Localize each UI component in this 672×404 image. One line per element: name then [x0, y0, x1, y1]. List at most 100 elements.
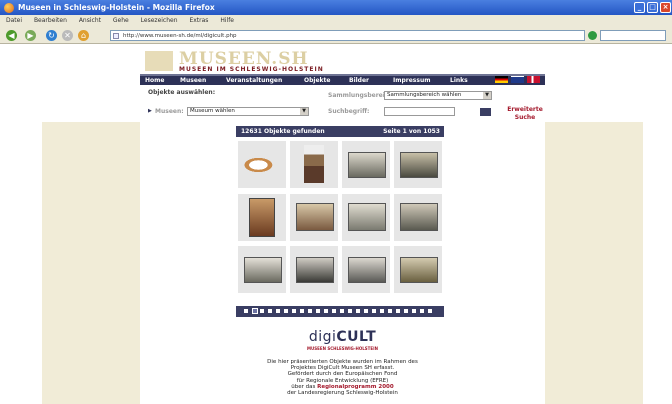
nav-veranstaltungen[interactable]: Veranstaltungen	[226, 76, 282, 85]
page-dot[interactable]	[260, 309, 264, 313]
window-titlebar: Museen in Schleswig-Holstein - Mozilla F…	[0, 0, 672, 15]
results-count: 12631 Objekte gefunden	[241, 128, 325, 135]
forward-icon[interactable]: ▶	[25, 30, 36, 41]
extended-search-line2: Suche	[514, 114, 536, 121]
address-bar[interactable]: http://www.museen-sh.de/ml/digicult.php	[110, 30, 585, 41]
regionalprogramm-link[interactable]: Regionalprogramm 2000	[317, 384, 394, 390]
page-dot[interactable]	[372, 309, 376, 313]
object-thumbnail[interactable]	[342, 246, 390, 293]
street-photo-image	[348, 257, 386, 283]
web-content: MUSEEN.SH MUSEEN IM SCHLESWIG-HOLSTEIN H…	[0, 44, 672, 404]
page-dot[interactable]	[380, 309, 384, 313]
page-dot[interactable]	[308, 309, 312, 313]
page-dot[interactable]	[292, 309, 296, 313]
menu-bar: Datei Bearbeiten Ansicht Gehe Lesezeiche…	[0, 15, 672, 27]
object-thumbnail[interactable]	[342, 141, 390, 188]
menu-datei[interactable]: Datei	[6, 17, 22, 24]
object-thumbnail[interactable]	[290, 194, 338, 241]
objects-heading: Objekte auswählen:	[148, 89, 216, 96]
chevron-down-icon: ▼	[300, 108, 308, 115]
page-dot[interactable]	[396, 309, 400, 313]
page-dot[interactable]	[404, 309, 408, 313]
minimize-button[interactable]: _	[634, 2, 645, 13]
go-icon[interactable]	[588, 31, 597, 40]
bird-figurine-image	[304, 145, 324, 183]
left-side-panel	[42, 122, 140, 404]
search-go-button[interactable]	[480, 108, 491, 116]
navigation-toolbar: ◀ ▶ ↻ ✕ ⌂ http://www.museen-sh.de/ml/dig…	[0, 27, 672, 44]
page-dot[interactable]	[356, 309, 360, 313]
page-dot[interactable]	[348, 309, 352, 313]
search-box[interactable]	[600, 30, 666, 41]
nav-links[interactable]: Links	[450, 76, 468, 85]
object-thumbnail[interactable]	[394, 141, 442, 188]
page-dot[interactable]	[252, 308, 258, 314]
object-thumbnail[interactable]	[394, 194, 442, 241]
object-thumbnail[interactable]	[342, 194, 390, 241]
page-dot[interactable]	[276, 309, 280, 313]
menu-bearbeiten[interactable]: Bearbeiten	[34, 17, 67, 24]
page-dot[interactable]	[284, 309, 288, 313]
object-thumbnail[interactable]	[238, 194, 286, 241]
back-icon[interactable]: ◀	[6, 30, 17, 41]
page-dot[interactable]	[428, 309, 432, 313]
page-dot[interactable]	[244, 309, 248, 313]
logo-subtitle: MUSEEN IM SCHLESWIG-HOLSTEIN	[179, 66, 324, 73]
page-dot[interactable]	[316, 309, 320, 313]
extended-search-line1: Erweiterte	[507, 106, 543, 113]
menu-extras[interactable]: Extras	[189, 17, 208, 24]
digicult-section: digiCULT MUSEEN SCHLESWIG-HOLSTEIN Die h…	[140, 329, 545, 396]
maximize-button[interactable]: □	[647, 2, 658, 13]
stop-icon[interactable]: ✕	[62, 30, 73, 41]
page-dot[interactable]	[364, 309, 368, 313]
digicult-logo: digiCULT	[140, 329, 545, 345]
extended-search-link[interactable]: Erweiterte Suche	[505, 106, 545, 122]
nav-home[interactable]: Home	[145, 76, 164, 85]
results-header: 12631 Objekte gefunden Seite 1 von 1053	[236, 126, 444, 137]
flag-dk-icon[interactable]	[527, 76, 540, 83]
menu-lesezeichen[interactable]: Lesezeichen	[141, 17, 178, 24]
menu-ansicht[interactable]: Ansicht	[79, 17, 101, 24]
page-dot[interactable]	[412, 309, 416, 313]
page-dot[interactable]	[388, 309, 392, 313]
results-grid: 12631 Objekte gefunden Seite 1 von 1053	[236, 126, 444, 310]
museum-select-value: Museum wählen	[190, 108, 235, 114]
nav-museen[interactable]: Museen	[180, 76, 206, 85]
page-dot[interactable]	[268, 309, 272, 313]
nav-objekte[interactable]: Objekte	[304, 76, 330, 85]
page-icon	[113, 33, 119, 39]
digicult-line-pre: über das	[291, 383, 316, 390]
page-dot[interactable]	[332, 309, 336, 313]
page-dot[interactable]	[300, 309, 304, 313]
flag-uk-icon[interactable]	[511, 76, 524, 83]
close-button[interactable]: ×	[660, 2, 671, 13]
museum-select[interactable]: Museum wählen ▼	[187, 107, 309, 116]
search-term-input[interactable]	[384, 107, 455, 116]
object-thumbnail[interactable]	[238, 246, 286, 293]
nav-impressum[interactable]: Impressum	[393, 76, 430, 85]
photo-image	[348, 152, 386, 178]
sammlung-select[interactable]: Sammlungsbereich wählen ▼	[384, 91, 492, 100]
reload-icon[interactable]: ↻	[46, 30, 57, 41]
page-dot[interactable]	[420, 309, 424, 313]
right-side-panel	[545, 122, 643, 404]
object-thumbnail[interactable]	[394, 246, 442, 293]
menu-hilfe[interactable]: Hilfe	[220, 17, 234, 24]
address-url: http://www.museen-sh.de/ml/digicult.php	[123, 33, 237, 39]
firefox-icon	[4, 3, 14, 13]
menu-gehe[interactable]: Gehe	[113, 17, 129, 24]
results-page: Seite 1 von 1053	[383, 128, 440, 135]
site-logo[interactable]: MUSEEN.SH MUSEEN IM SCHLESWIG-HOLSTEIN	[145, 49, 345, 73]
pagination-bar	[236, 306, 444, 317]
object-thumbnail[interactable]	[238, 141, 286, 188]
object-thumbnail[interactable]	[290, 246, 338, 293]
digicult-logo-light: digi	[308, 329, 337, 345]
object-thumbnail[interactable]	[290, 141, 338, 188]
street-photo-image	[400, 203, 438, 231]
page-dot[interactable]	[340, 309, 344, 313]
nav-bilder[interactable]: Bilder	[349, 76, 369, 85]
home-icon[interactable]: ⌂	[78, 30, 89, 41]
digicult-subtitle: MUSEEN SCHLESWIG-HOLSTEIN	[307, 346, 378, 351]
page-dot[interactable]	[324, 309, 328, 313]
flag-de-icon[interactable]	[495, 76, 508, 83]
